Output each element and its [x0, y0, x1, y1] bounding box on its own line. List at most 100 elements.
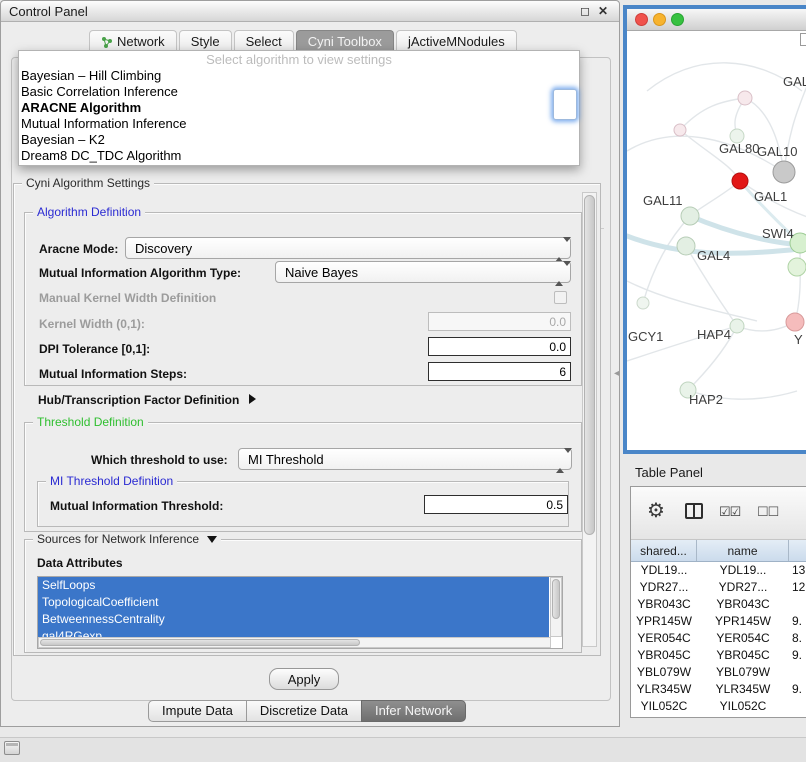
node-label[interactable]: HAP2	[689, 392, 723, 407]
float-window-icon[interactable]: ◻	[577, 3, 593, 19]
focused-spinner[interactable]	[553, 89, 577, 120]
column-header-partial[interactable]	[789, 540, 806, 561]
list-item-selected[interactable]: TopologicalCoefficient	[38, 594, 549, 611]
network-window-titlebar[interactable]	[627, 9, 806, 31]
node-label[interactable]: GAL1	[754, 189, 787, 204]
table-row[interactable]: YLR345WYLR345W9.	[631, 681, 806, 698]
cell: YIL052C	[697, 698, 789, 715]
tab-discretize-data[interactable]: Discretize Data	[246, 700, 362, 722]
control-panel-dock-icon[interactable]	[4, 741, 20, 755]
tab-label: Select	[246, 32, 282, 52]
gear-icon[interactable]: ⚙	[647, 500, 665, 522]
panel-splitter-icon[interactable]: ◂	[614, 368, 619, 379]
control-panel-titlebar[interactable]: Control Panel ◻ ✕	[1, 1, 619, 22]
node-label[interactable]: GAL10	[757, 144, 797, 159]
data-attributes-list[interactable]: SelfLoops TopologicalCoefficient Between…	[37, 576, 563, 649]
expanded-arrow-icon	[207, 536, 217, 543]
table-panel-window: ⚙ ☑☑ ☐☐ shared... name YDL19...YDL19...1…	[630, 486, 806, 718]
table-row[interactable]: YPR145WYPR145W9.	[631, 613, 806, 630]
node-label[interactable]: Y	[794, 332, 803, 347]
top-tab-bar: Network Style Select Cyni Toolbox jActiv…	[89, 30, 517, 52]
group-title: MI Threshold Definition	[46, 474, 177, 488]
cyni-algorithm-settings-group: Cyni Algorithm Settings Algorithm Defini…	[13, 183, 601, 656]
dropdown-item-selected[interactable]: ARACNE Algorithm	[19, 100, 579, 116]
mi-steps-label: Mutual Information Steps:	[39, 367, 187, 381]
column-header-shared-name[interactable]: shared...	[631, 540, 697, 561]
list-horizontal-scrollbar[interactable]	[38, 637, 551, 648]
cell: 8.	[789, 630, 806, 647]
table-row[interactable]: YBR045CYBR045C9.	[631, 647, 806, 664]
columns-icon[interactable]	[685, 503, 703, 519]
column-header-name[interactable]: name	[697, 540, 789, 561]
selected-value: Naive Bayes	[285, 265, 358, 280]
hub-factor-label: Hub/Transcription Factor Definition	[38, 393, 239, 407]
mi-steps-field[interactable]	[428, 362, 571, 381]
aracne-mode-select[interactable]: Discovery	[125, 237, 571, 259]
scrollbar-thumb[interactable]	[552, 579, 560, 619]
settings-scrollbar[interactable]	[582, 192, 597, 647]
table-panel-title: Table Panel	[635, 465, 703, 480]
cell: 9.	[789, 613, 806, 630]
table-row[interactable]: YDR27...YDR27...12	[631, 579, 806, 596]
tab-jactivemnodules[interactable]: jActiveMNodules	[396, 30, 517, 52]
node-label[interactable]: GAL4	[697, 248, 730, 263]
list-item-selected[interactable]: BetweennessCentrality	[38, 611, 549, 628]
deselect-all-checkboxes-icon[interactable]: ☐☐	[757, 504, 778, 520]
tab-network[interactable]: Network	[89, 30, 177, 52]
node-label[interactable]: GAL8	[783, 74, 806, 89]
scrollbar-thumb[interactable]	[584, 195, 595, 535]
selected-value: Discovery	[135, 241, 192, 256]
close-traffic-light-icon[interactable]	[635, 13, 648, 26]
table-row[interactable]: YER054CYER054C8.	[631, 630, 806, 647]
select-all-checkboxes-icon[interactable]: ☑☑	[719, 504, 740, 520]
node-label[interactable]: GAL11	[643, 193, 683, 208]
dropdown-item[interactable]: Bayesian – K2	[19, 132, 579, 148]
dpi-tolerance-field[interactable]	[428, 337, 571, 356]
tab-select[interactable]: Select	[234, 30, 294, 52]
cell: YLR345W	[697, 681, 789, 698]
birdseye-box[interactable]	[800, 33, 806, 46]
tab-style[interactable]: Style	[179, 30, 232, 52]
dropdown-item[interactable]: Basic Correlation Inference	[19, 84, 579, 100]
manual-kernel-width-checkbox[interactable]	[554, 291, 567, 304]
list-vertical-scrollbar[interactable]	[550, 577, 562, 637]
tab-label: jActiveMNodules	[408, 32, 505, 52]
node-label[interactable]: SWI4	[762, 226, 794, 241]
node-label[interactable]: GCY1	[628, 329, 663, 344]
network-icon	[101, 36, 113, 48]
tab-infer-network[interactable]: Infer Network	[361, 700, 466, 722]
table-row[interactable]: YBR043CYBR043C	[631, 596, 806, 613]
table-row[interactable]: YDL19...YDL19...13	[631, 562, 806, 579]
group-title: Cyni Algorithm Settings	[22, 176, 154, 190]
mi-threshold-field[interactable]	[424, 495, 568, 514]
close-icon[interactable]: ✕	[595, 3, 611, 19]
cell: YBL079W	[631, 664, 697, 681]
cell: 13	[789, 562, 806, 579]
table-row[interactable]: YIL052CYIL052C	[631, 698, 806, 715]
node-label[interactable]: HAP4	[697, 327, 731, 342]
tab-label: Network	[117, 32, 165, 52]
scrollbar-thumb[interactable]	[40, 639, 360, 646]
hub-factor-section-header[interactable]: Hub/Transcription Factor Definition	[38, 392, 256, 407]
network-canvas[interactable]: GAL8 GAL80 GAL10 GAL11 GAL1 SWI4 GAL4 GC…	[627, 31, 806, 450]
zoom-traffic-light-icon[interactable]	[671, 13, 684, 26]
cell: YIL052C	[631, 698, 697, 715]
dropdown-item[interactable]: Dream8 DC_TDC Algorithm	[19, 148, 579, 164]
dropdown-item[interactable]: Mutual Information Inference	[19, 116, 579, 132]
sources-section-header[interactable]: Sources for Network Inference	[33, 532, 221, 546]
table-row[interactable]: YBL079WYBL079W	[631, 664, 806, 681]
mi-algorithm-type-select[interactable]: Naive Bayes	[275, 261, 571, 283]
cell: YDR27...	[631, 579, 697, 596]
control-panel-title: Control Panel	[9, 4, 88, 19]
apply-button[interactable]: Apply	[269, 668, 339, 690]
which-threshold-label: Which threshold to use:	[91, 453, 228, 467]
which-threshold-select[interactable]: MI Threshold	[238, 448, 572, 470]
cell	[789, 698, 806, 715]
list-item-selected[interactable]: SelfLoops	[38, 577, 549, 594]
tab-cyni-toolbox[interactable]: Cyni Toolbox	[296, 30, 394, 52]
kernel-width-field[interactable]	[428, 312, 571, 331]
minimize-traffic-light-icon[interactable]	[653, 13, 666, 26]
node-label[interactable]: GAL80	[719, 141, 759, 156]
tab-impute-data[interactable]: Impute Data	[148, 700, 247, 722]
dropdown-item[interactable]: Bayesian – Hill Climbing	[19, 68, 579, 84]
